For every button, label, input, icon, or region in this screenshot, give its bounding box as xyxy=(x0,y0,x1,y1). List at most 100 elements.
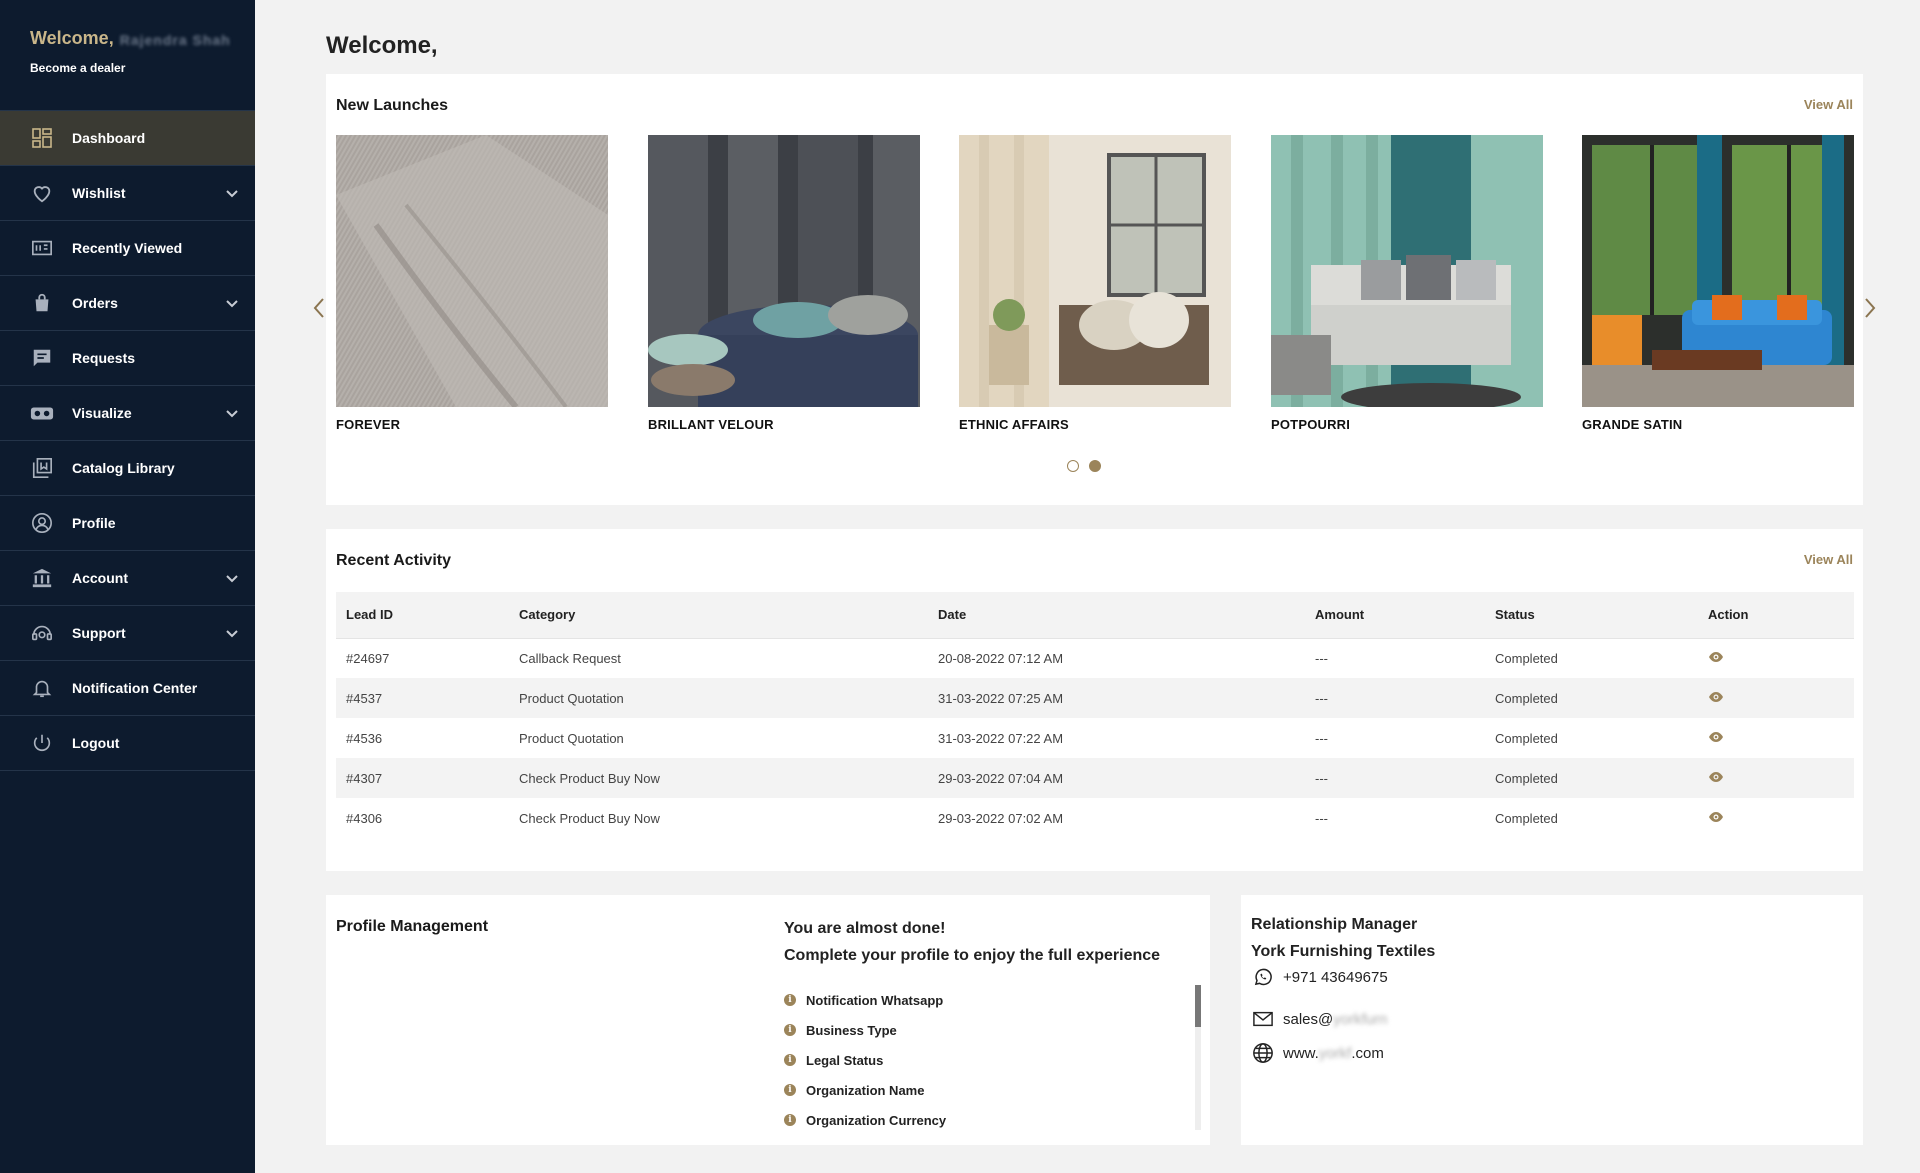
welcome-label: Welcome, xyxy=(30,28,114,48)
sidebar-item-label: Catalog Library xyxy=(72,460,175,476)
pending-list-scrollbar[interactable] xyxy=(1195,985,1201,1130)
rm-email[interactable]: sales@ yorkfurn xyxy=(1251,1007,1387,1031)
mail-icon xyxy=(1251,1007,1275,1031)
eye-icon[interactable] xyxy=(1708,651,1724,663)
rm-email-prefix: sales@ xyxy=(1283,1010,1334,1028)
eye-icon[interactable] xyxy=(1708,731,1724,743)
cell-lead-id[interactable]: #24697 xyxy=(336,638,509,678)
list-item[interactable]: i Organization Name xyxy=(784,1075,1214,1105)
power-icon xyxy=(30,731,54,755)
eye-icon[interactable] xyxy=(1708,691,1724,703)
carousel-next-arrow-icon[interactable] xyxy=(1863,296,1877,325)
sidebar-item-orders[interactable]: Orders xyxy=(0,276,255,331)
table-row: #4536 Product Quotation 31-03-2022 07:22… xyxy=(336,718,1854,758)
chevron-down-icon[interactable] xyxy=(225,626,239,640)
cell-lead-id[interactable]: #4306 xyxy=(336,798,509,838)
cell-amount: --- xyxy=(1315,730,1328,746)
column-header-date: Date xyxy=(928,592,1305,639)
new-launches-card: New Launches View All FOREVER BRILLANT V… xyxy=(313,74,1876,505)
sidebar-item-logout[interactable]: Logout xyxy=(0,716,255,771)
cell-action xyxy=(1698,638,1854,678)
list-item[interactable]: i Organization Currency xyxy=(784,1105,1214,1135)
launch-item-ethnic-affairs[interactable]: ETHNIC AFFAIRS xyxy=(959,135,1231,432)
launch-image xyxy=(1271,135,1543,407)
cell-category: Product Quotation xyxy=(519,730,624,746)
bank-icon xyxy=(30,566,54,590)
rm-web-prefix: www. xyxy=(1283,1044,1319,1062)
rm-phone[interactable]: +971 43649675 xyxy=(1251,965,1388,989)
cell-action xyxy=(1698,678,1854,718)
list-item[interactable]: i Notification Whatsapp xyxy=(784,985,1214,1015)
cell-category: Check Product Buy Now xyxy=(519,810,660,826)
list-item[interactable]: i Business Type xyxy=(784,1015,1214,1045)
recent-activity-view-all[interactable]: View All xyxy=(1804,552,1853,567)
sidebar-item-wishlist[interactable]: Wishlist xyxy=(0,166,255,221)
cell-lead-id[interactable]: #4537 xyxy=(336,678,509,718)
sidebar-item-label: Visualize xyxy=(72,405,132,421)
sidebar-item-label: Recently Viewed xyxy=(72,240,183,256)
user-icon xyxy=(30,511,54,535)
chevron-down-icon[interactable] xyxy=(225,406,239,420)
sidebar-item-dashboard[interactable]: Dashboard xyxy=(0,111,255,166)
sidebar-item-requests[interactable]: Requests xyxy=(0,331,255,386)
carousel-dot-1[interactable] xyxy=(1067,460,1079,472)
recent-activity-title: Recent Activity xyxy=(336,552,451,569)
sidebar-item-recently-viewed[interactable]: Recently Viewed xyxy=(0,221,255,276)
table-row: #4307 Check Product Buy Now 29-03-2022 0… xyxy=(336,758,1854,798)
info-icon: i xyxy=(784,1114,796,1126)
cell-status: Completed xyxy=(1495,810,1558,826)
chevron-down-icon[interactable] xyxy=(225,186,239,200)
launch-item-forever[interactable]: FOREVER xyxy=(336,135,608,432)
list-item[interactable]: i Legal Status xyxy=(784,1045,1214,1075)
sidebar: Welcome, Rajendra Shah Become a dealer D… xyxy=(0,0,255,1173)
eye-icon[interactable] xyxy=(1708,811,1724,823)
sidebar-item-visualize[interactable]: Visualize xyxy=(0,386,255,441)
launch-item-potpourri[interactable]: POTPOURRI xyxy=(1271,135,1543,432)
carousel-pagination xyxy=(1067,460,1101,472)
table-header-row: Lead ID Category Date Amount Status Acti… xyxy=(336,592,1854,639)
eye-icon[interactable] xyxy=(1708,771,1724,783)
cell-action xyxy=(1698,798,1854,838)
sidebar-item-profile[interactable]: Profile xyxy=(0,496,255,551)
sidebar-item-label: Account xyxy=(72,570,128,586)
rm-website[interactable]: www. yorkf .com xyxy=(1251,1041,1384,1065)
column-header-amount: Amount xyxy=(1305,592,1485,639)
dashboard-icon xyxy=(30,126,54,150)
carousel-prev-arrow-icon[interactable] xyxy=(312,296,326,325)
carousel-dot-2[interactable] xyxy=(1089,460,1101,472)
info-icon: i xyxy=(784,1024,796,1036)
shopping-bag-icon xyxy=(30,291,54,315)
rm-web-suffix: .com xyxy=(1351,1044,1384,1062)
library-icon xyxy=(30,456,54,480)
info-icon: i xyxy=(784,1054,796,1066)
cell-action xyxy=(1698,718,1854,758)
new-launches-view-all[interactable]: View All xyxy=(1804,97,1853,112)
sidebar-item-account[interactable]: Account xyxy=(0,551,255,606)
chevron-down-icon[interactable] xyxy=(225,296,239,310)
sidebar-item-support[interactable]: Support xyxy=(0,606,255,661)
pending-field-label: Notification Whatsapp xyxy=(806,992,944,1008)
relationship-manager-card: Relationship Manager York Furnishing Tex… xyxy=(1241,895,1863,1145)
launch-image xyxy=(648,135,920,407)
launch-name: FOREVER xyxy=(336,417,401,432)
rm-title: Relationship Manager xyxy=(1251,916,1418,933)
profile-management-title: Profile Management xyxy=(336,918,489,935)
globe-icon xyxy=(1251,1041,1275,1065)
sidebar-item-label: Orders xyxy=(72,295,118,311)
pending-field-label: Business Type xyxy=(806,1022,897,1038)
cell-date: 20-08-2022 07:12 AM xyxy=(938,650,1064,666)
chevron-down-icon[interactable] xyxy=(225,571,239,585)
launch-item-grande-satin[interactable]: GRANDE SATIN xyxy=(1582,135,1854,432)
cell-status: Completed xyxy=(1495,650,1558,666)
launch-item-brillant-velour[interactable]: BRILLANT VELOUR xyxy=(648,135,920,432)
pending-field-label: Organization Currency xyxy=(806,1112,947,1128)
sidebar-item-notification-center[interactable]: Notification Center xyxy=(0,661,255,716)
rm-email-redacted: yorkfurn xyxy=(1333,1010,1388,1028)
scrollbar-thumb[interactable] xyxy=(1195,985,1201,1027)
sidebar-item-catalog-library[interactable]: Catalog Library xyxy=(0,441,255,496)
become-dealer-link[interactable]: Become a dealer xyxy=(30,61,125,75)
cell-category: Check Product Buy Now xyxy=(509,758,928,798)
cell-lead-id[interactable]: #4536 xyxy=(336,718,509,758)
cell-lead-id[interactable]: #4307 xyxy=(336,758,509,798)
cell-category: Callback Request xyxy=(519,650,621,666)
